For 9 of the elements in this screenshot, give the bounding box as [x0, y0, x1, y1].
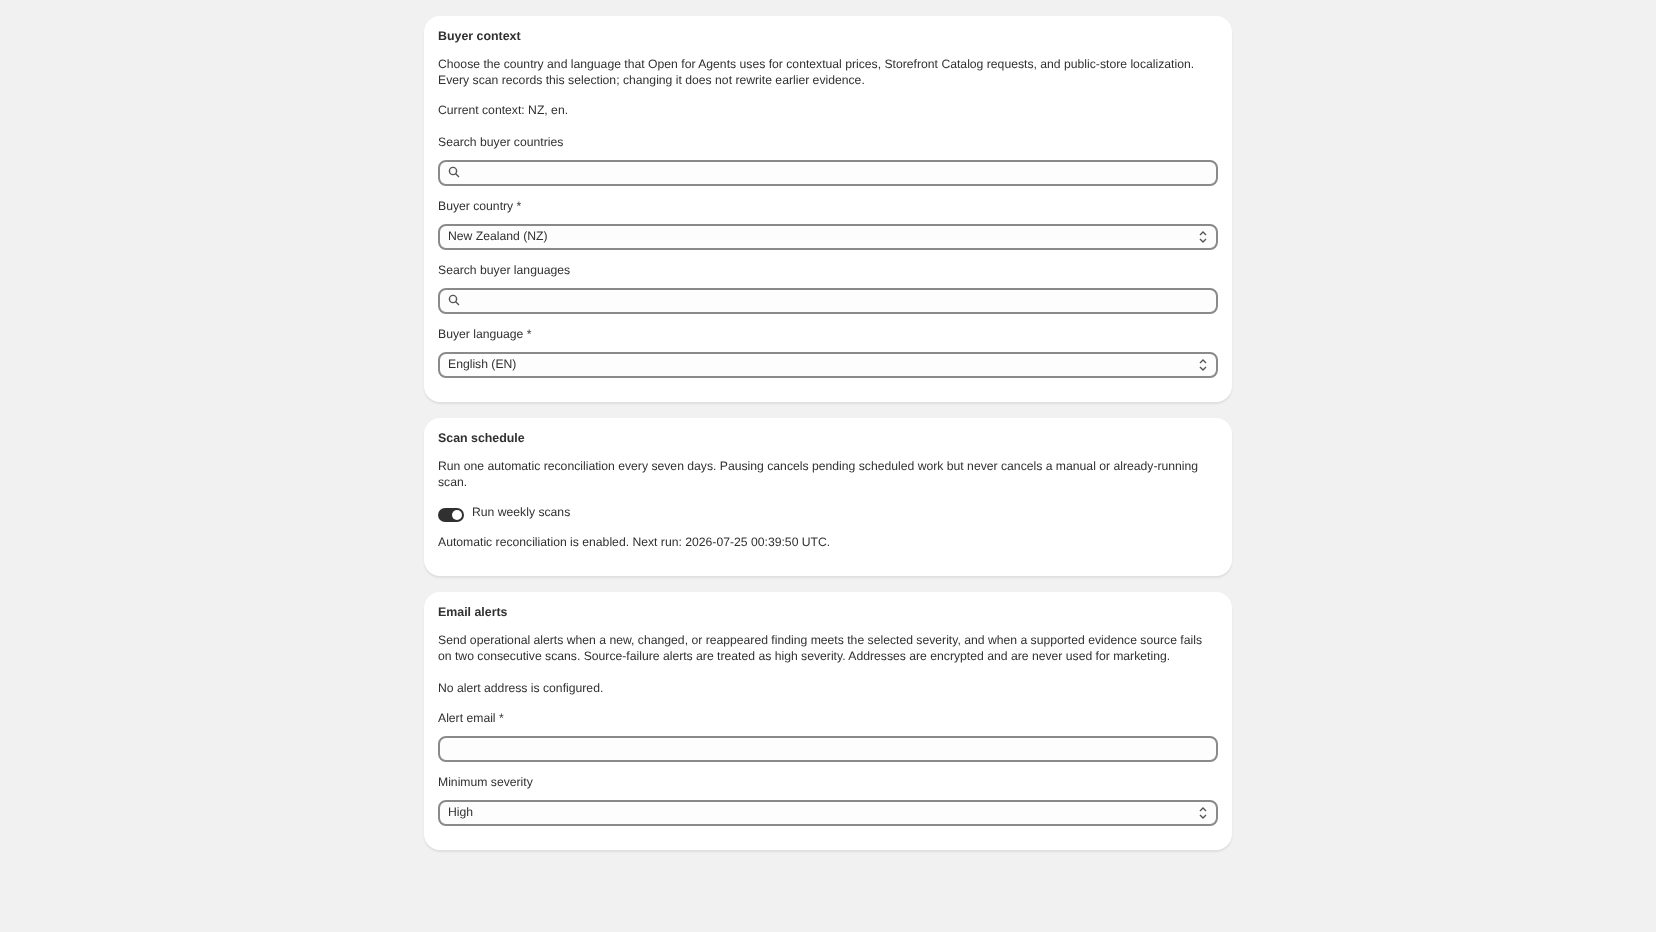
chevron-icon — [1198, 805, 1208, 820]
chevron-icon — [1198, 229, 1208, 244]
toggle-switch[interactable] — [438, 507, 464, 522]
search-icon — [448, 294, 460, 307]
email-field[interactable] — [438, 735, 1218, 762]
search-field[interactable] — [438, 159, 1218, 186]
chevron-icon — [1198, 357, 1208, 372]
search-field[interactable] — [438, 287, 1218, 314]
search-icon — [448, 166, 460, 179]
